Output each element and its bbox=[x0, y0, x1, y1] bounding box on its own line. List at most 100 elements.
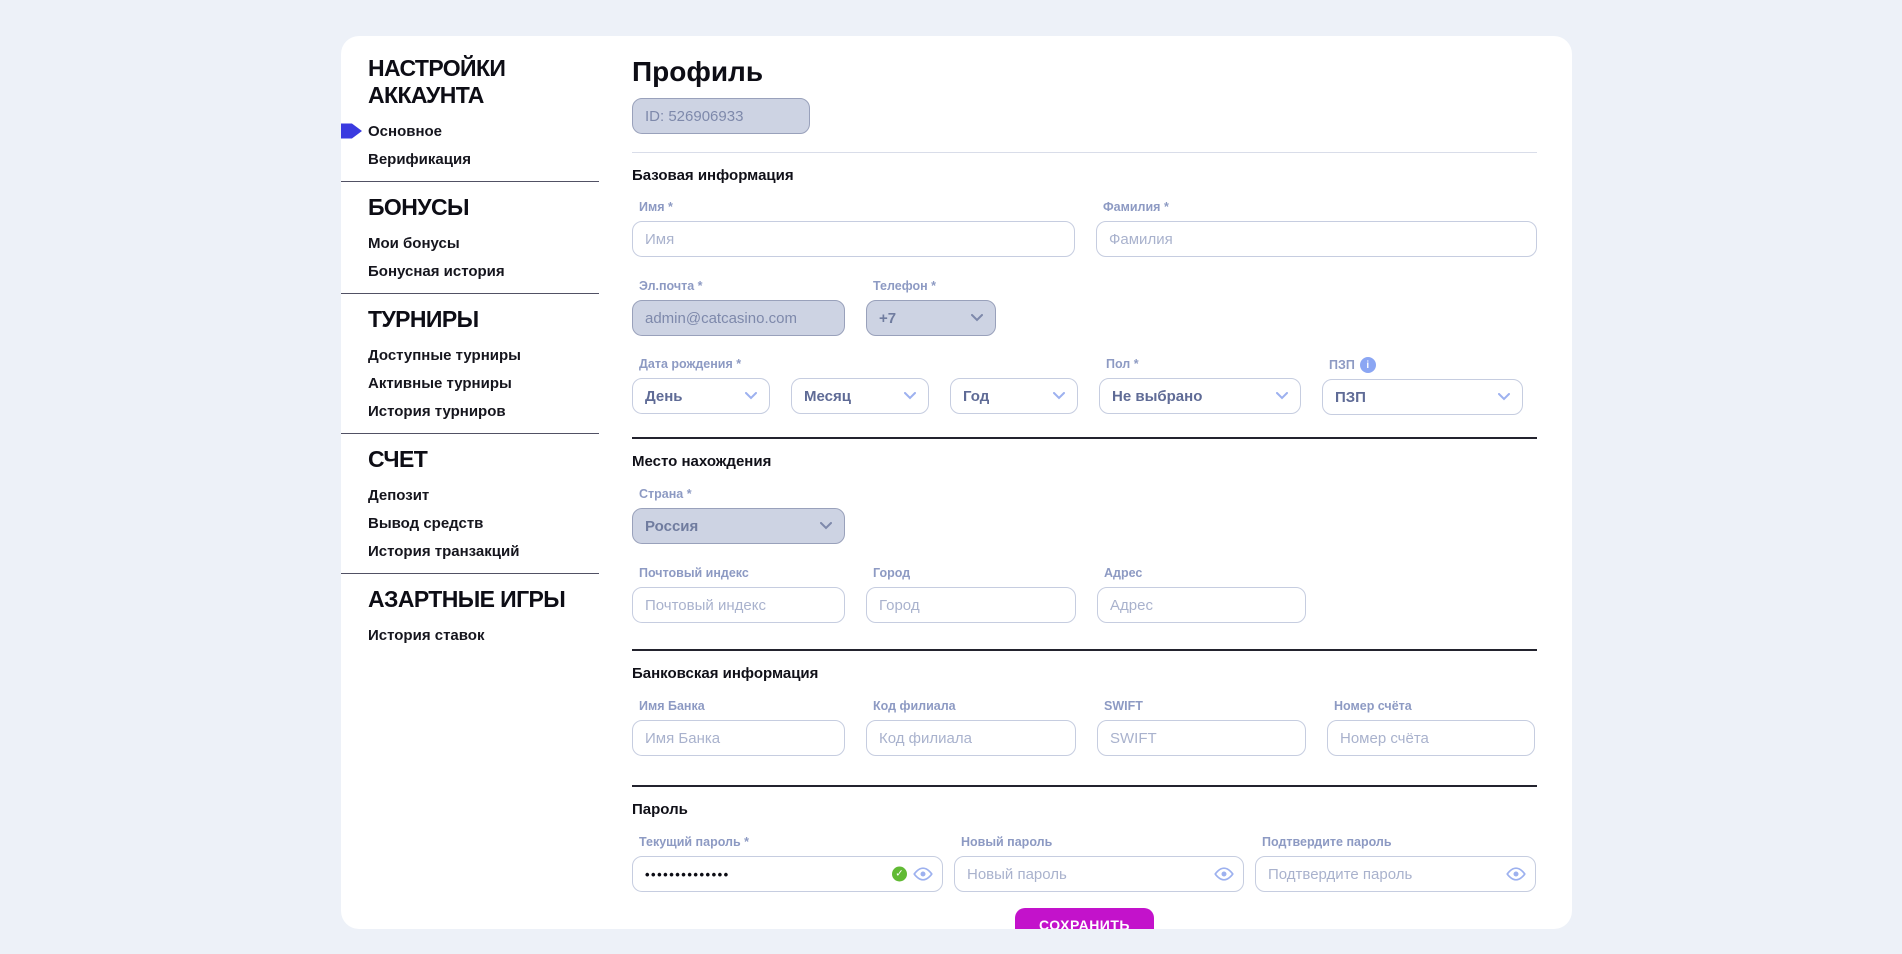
account-settings-card: НАСТРОЙКИ АККАУНТА Основное Верификация … bbox=[341, 36, 1572, 929]
pzp-select[interactable]: ПЗП bbox=[1322, 379, 1523, 415]
sidebar-item-label: Депозит bbox=[368, 487, 429, 504]
gender-group: Пол * Не выбрано bbox=[1099, 357, 1301, 415]
birth-year-value: Год bbox=[963, 388, 989, 405]
account-number-label: Номер счёта bbox=[1327, 699, 1535, 714]
last-name-label: Фамилия * bbox=[1096, 200, 1537, 215]
eye-icon[interactable] bbox=[1506, 867, 1526, 881]
swift-input[interactable] bbox=[1097, 720, 1306, 756]
bank-name-input[interactable] bbox=[632, 720, 845, 756]
eye-icon[interactable] bbox=[1214, 867, 1234, 881]
branch-code-group: Код филиала bbox=[866, 699, 1076, 756]
postal-code-input[interactable] bbox=[632, 587, 845, 623]
birth-day-group: Дата рождения * День bbox=[632, 357, 770, 415]
confirm-password-wrapper bbox=[1255, 856, 1536, 892]
sidebar-section-title: АЗАРТНЫЕ ИГРЫ bbox=[341, 586, 599, 613]
sidebar-section-title: НАСТРОЙКИ АККАУНТА bbox=[341, 55, 599, 109]
sidebar-item-label: История турниров bbox=[368, 403, 506, 420]
birth-gender-row: Дата рождения * День Месяц Год bbox=[632, 357, 1537, 415]
gender-select[interactable]: Не выбрано bbox=[1099, 378, 1301, 414]
city-group: Город bbox=[866, 566, 1076, 623]
sidebar-divider bbox=[341, 433, 599, 434]
bank-info-title: Банковская информация bbox=[632, 665, 1537, 682]
chevron-down-icon bbox=[820, 522, 832, 530]
address-group: Адрес bbox=[1097, 566, 1306, 623]
pzp-label-text: ПЗП bbox=[1329, 358, 1355, 373]
user-id-field bbox=[632, 98, 810, 134]
eye-icon[interactable] bbox=[913, 867, 933, 881]
section-divider bbox=[632, 649, 1537, 651]
sidebar-section-title: ТУРНИРЫ bbox=[341, 306, 599, 333]
birth-year-select[interactable]: Год bbox=[950, 378, 1078, 414]
sidebar-item-bonus-history[interactable]: Бонусная история bbox=[341, 257, 599, 285]
bank-row: Имя Банка Код филиала SWIFT Номер счёта bbox=[632, 699, 1537, 756]
save-button[interactable]: СОХРАНИТЬ bbox=[1015, 908, 1154, 929]
birth-month-group: Месяц bbox=[791, 357, 929, 415]
first-name-input[interactable] bbox=[632, 221, 1075, 257]
address-input[interactable] bbox=[1097, 587, 1306, 623]
location-title: Место нахождения bbox=[632, 453, 1537, 470]
sidebar-item-main[interactable]: Основное bbox=[341, 117, 599, 145]
active-item-arrow-icon bbox=[341, 124, 362, 139]
sidebar-item-label: История ставок bbox=[368, 627, 484, 644]
confirm-password-label: Подтвердите пароль bbox=[1255, 835, 1536, 850]
swift-label: SWIFT bbox=[1097, 699, 1306, 714]
sidebar-item-deposit[interactable]: Депозит bbox=[341, 481, 599, 509]
sidebar-section-title: СЧЕТ bbox=[341, 446, 599, 473]
sidebar-item-label: Мои бонусы bbox=[368, 235, 460, 252]
country-group: Страна * Россия bbox=[632, 487, 845, 544]
bank-name-group: Имя Банка bbox=[632, 699, 845, 756]
sidebar-item-transaction-history[interactable]: История транзакций bbox=[341, 537, 599, 565]
birth-month-value: Месяц bbox=[804, 388, 851, 405]
account-number-input[interactable] bbox=[1327, 720, 1535, 756]
sidebar-item-withdrawal[interactable]: Вывод средств bbox=[341, 509, 599, 537]
sidebar-item-bet-history[interactable]: История ставок bbox=[341, 621, 599, 649]
country-label: Страна * bbox=[632, 487, 845, 502]
email-group: Эл.почта * bbox=[632, 279, 845, 336]
confirm-password-input[interactable] bbox=[1255, 856, 1536, 892]
email-field bbox=[632, 300, 845, 336]
phone-code-value: +7 bbox=[879, 310, 896, 327]
phone-label: Телефон * bbox=[866, 279, 996, 294]
section-divider bbox=[632, 152, 1537, 153]
sidebar-item-available-tournaments[interactable]: Доступные турниры bbox=[341, 341, 599, 369]
new-password-input[interactable] bbox=[954, 856, 1244, 892]
city-input[interactable] bbox=[866, 587, 1076, 623]
gender-value: Не выбрано bbox=[1112, 388, 1202, 405]
pzp-label: ПЗП i bbox=[1322, 357, 1523, 373]
sidebar-section-tournaments: ТУРНИРЫ Доступные турниры Активные турни… bbox=[341, 306, 599, 425]
country-select: Россия bbox=[632, 508, 845, 544]
current-password-wrapper: ✓ bbox=[632, 856, 943, 892]
birth-date-label: Дата рождения * bbox=[632, 357, 770, 372]
pzp-group: ПЗП i ПЗП bbox=[1322, 357, 1523, 415]
birth-month-select[interactable]: Месяц bbox=[791, 378, 929, 414]
bank-name-label: Имя Банка bbox=[632, 699, 845, 714]
sidebar-divider bbox=[341, 181, 599, 182]
new-password-group: Новый пароль bbox=[954, 835, 1244, 892]
sidebar-divider bbox=[341, 293, 599, 294]
first-name-label: Имя * bbox=[632, 200, 1075, 215]
branch-code-input[interactable] bbox=[866, 720, 1076, 756]
birth-day-select[interactable]: День bbox=[632, 378, 770, 414]
sidebar-item-my-bonuses[interactable]: Мои бонусы bbox=[341, 229, 599, 257]
sidebar-item-label: Верификация bbox=[368, 151, 471, 168]
new-password-label: Новый пароль bbox=[954, 835, 1244, 850]
info-icon[interactable]: i bbox=[1360, 357, 1376, 373]
sidebar-item-tournament-history[interactable]: История турниров bbox=[341, 397, 599, 425]
country-value: Россия bbox=[645, 518, 698, 535]
sidebar-item-verification[interactable]: Верификация bbox=[341, 145, 599, 173]
pzp-value: ПЗП bbox=[1335, 389, 1366, 406]
sidebar-section-bonuses: БОНУСЫ Мои бонусы Бонусная история bbox=[341, 194, 599, 285]
sidebar-item-label: Активные турниры bbox=[368, 375, 512, 392]
password-title: Пароль bbox=[632, 801, 1537, 818]
last-name-input[interactable] bbox=[1096, 221, 1537, 257]
chevron-down-icon bbox=[1053, 392, 1065, 400]
phone-group: Телефон * +7 bbox=[866, 279, 996, 336]
swift-group: SWIFT bbox=[1097, 699, 1306, 756]
address-row: Почтовый индекс Город Адрес bbox=[632, 566, 1537, 623]
first-name-group: Имя * bbox=[632, 200, 1075, 257]
city-label: Город bbox=[866, 566, 1076, 581]
name-row: Имя * Фамилия * bbox=[632, 200, 1537, 257]
new-password-wrapper bbox=[954, 856, 1244, 892]
sidebar-item-active-tournaments[interactable]: Активные турниры bbox=[341, 369, 599, 397]
address-label: Адрес bbox=[1097, 566, 1306, 581]
